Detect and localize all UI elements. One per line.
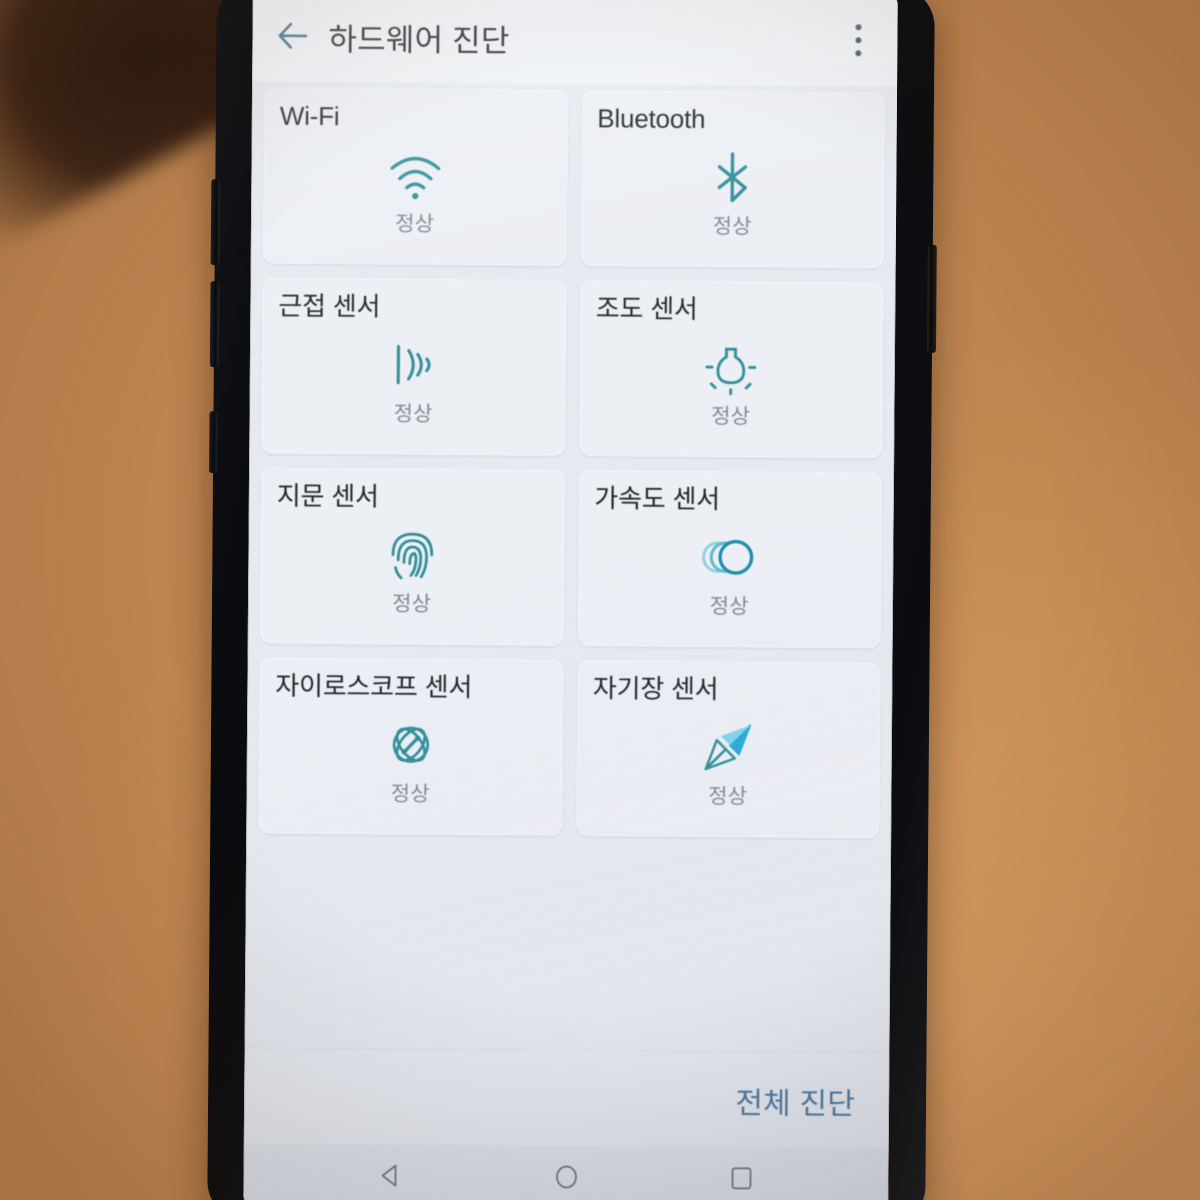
- fingerprint-icon: [391, 533, 433, 580]
- light-sensor-icon: [705, 347, 757, 396]
- bluetooth-icon: [717, 152, 748, 203]
- diagnostics-grid: Wi-Fi 정상 Bluetooth 정상 근접 센서 정상 조도 센서 정상 …: [258, 87, 886, 839]
- assistant-button[interactable]: [209, 411, 218, 474]
- card-status: 정상: [392, 592, 432, 617]
- card-status: 정상: [712, 215, 752, 239]
- card-status: 정상: [393, 402, 433, 427]
- diagnostic-card-magnetometer[interactable]: 자기장 센서 정상: [575, 660, 881, 839]
- card-status: 정상: [390, 782, 430, 807]
- volume-up-button[interactable]: [210, 179, 221, 266]
- diagnostic-card-fingerprint-sensor[interactable]: 지문 센서 정상: [259, 467, 565, 646]
- card-status: 정상: [711, 405, 751, 429]
- full-diagnose-button[interactable]: 전체 진단: [735, 1078, 855, 1123]
- nav-home-circle-icon[interactable]: [543, 1154, 589, 1200]
- phone-screen: 하드웨어 진단 Wi-Fi 정상 Bluetooth 정상 근접 센서 정상 조…: [243, 0, 898, 1200]
- card-status: 정상: [708, 785, 748, 809]
- diagnostic-card-accelerometer[interactable]: 가속도 센서 정상: [577, 470, 883, 649]
- card-status: 정상: [395, 212, 435, 237]
- accelerometer-icon: [702, 540, 754, 576]
- power-button[interactable]: [926, 244, 937, 353]
- diagnostic-card-gyroscope[interactable]: 자이로스코프 센서 정상: [258, 657, 564, 836]
- diagnostic-card-light-sensor[interactable]: 조도 센서 정상: [578, 280, 884, 459]
- diagnostic-card-bluetooth[interactable]: Bluetooth 정상: [580, 90, 886, 269]
- action-bar: 전체 진단: [243, 1047, 890, 1149]
- diagnostic-card-wifi[interactable]: Wi-Fi 정상: [262, 87, 568, 266]
- card-body: 정상: [593, 509, 865, 639]
- card-body: 정상: [276, 506, 548, 636]
- card-body: 정상: [596, 129, 868, 259]
- wifi-icon: [390, 157, 441, 200]
- app-bar: 하드웨어 진단: [252, 0, 898, 87]
- card-body: 정상: [274, 696, 546, 826]
- page-title: 하드웨어 진단: [328, 21, 510, 58]
- proximity-sensor-icon: [396, 345, 431, 385]
- card-body: 정상: [277, 316, 549, 446]
- more-vertical-icon[interactable]: [841, 18, 875, 62]
- card-status: 정상: [709, 595, 749, 619]
- diagnostics-scroll-area: Wi-Fi 정상 Bluetooth 정상 근접 센서 정상 조도 센서 정상 …: [244, 81, 898, 1053]
- diagnostic-card-proximity-sensor[interactable]: 근접 센서 정상: [261, 277, 567, 456]
- card-body: 정상: [279, 126, 551, 256]
- gyroscope-icon: [392, 726, 429, 764]
- card-body: 정상: [595, 319, 867, 449]
- nav-back-triangle-icon[interactable]: [368, 1152, 414, 1198]
- photo-scene: 하드웨어 진단 Wi-Fi 정상 Bluetooth 정상 근접 센서 정상 조…: [0, 0, 1200, 1200]
- arrow-left-icon[interactable]: [272, 16, 312, 56]
- phone-device: 하드웨어 진단 Wi-Fi 정상 Bluetooth 정상 근접 센서 정상 조…: [207, 0, 937, 1200]
- card-body: 정상: [592, 699, 864, 829]
- magnetometer-compass-icon: [704, 724, 752, 771]
- nav-recents-square-icon[interactable]: [718, 1155, 764, 1200]
- android-navigation-bar: [243, 1143, 889, 1200]
- volume-down-button[interactable]: [209, 281, 220, 368]
